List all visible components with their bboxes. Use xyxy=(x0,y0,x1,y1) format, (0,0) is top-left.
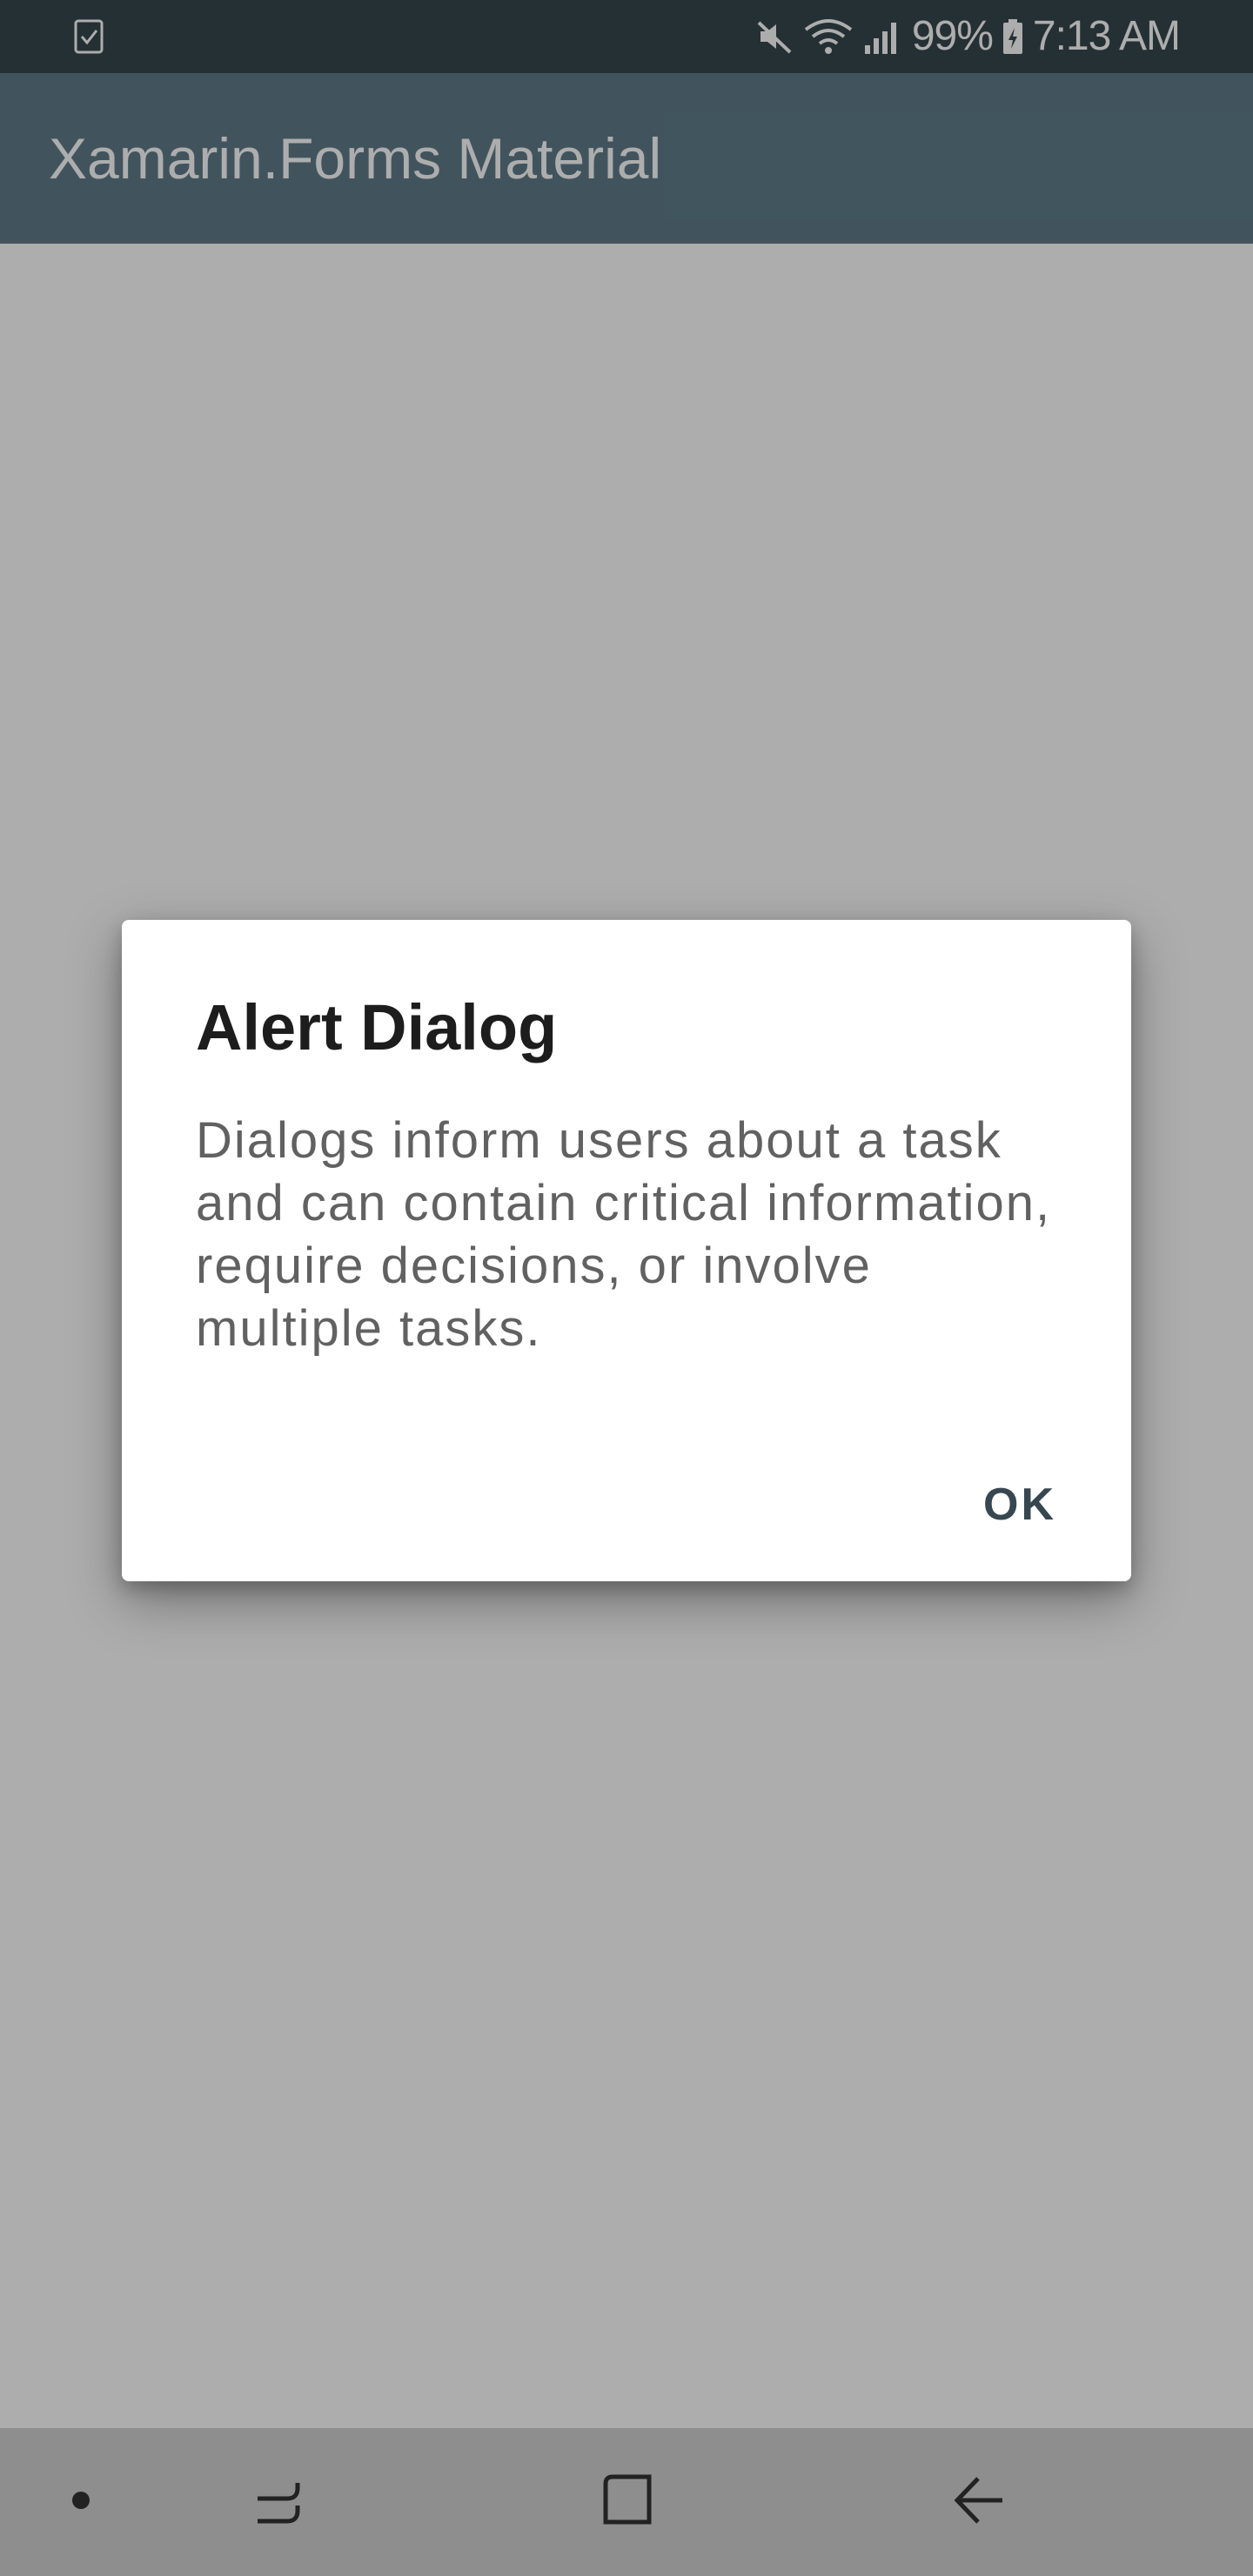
dialog-title: Alert Dialog xyxy=(196,991,558,1063)
dialog-message: Dialogs inform users about a task and ca… xyxy=(196,1112,1052,1357)
alert-dialog: Alert Dialog Dialogs inform users about … xyxy=(122,920,1131,1581)
ok-button[interactable]: OK xyxy=(969,1468,1070,1541)
